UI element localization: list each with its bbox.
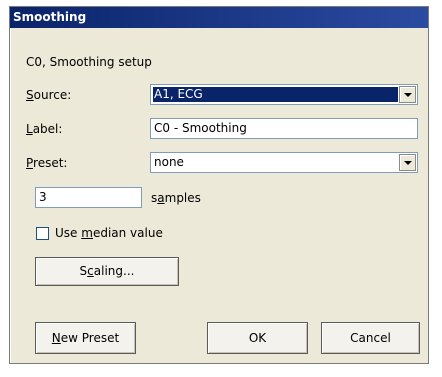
cancel-button[interactable]: Cancel xyxy=(321,322,420,354)
scaling-button[interactable]: Scaling... xyxy=(35,257,179,286)
median-label: Use median value xyxy=(55,226,163,240)
new-preset-button[interactable]: New Preset xyxy=(35,322,136,354)
preset-value: none xyxy=(154,155,184,169)
chevron-down-icon xyxy=(403,92,412,97)
setup-header-text: C0, Smoothing setup xyxy=(26,55,152,69)
source-dropdown-button[interactable] xyxy=(399,86,416,103)
preset-dropdown-button[interactable] xyxy=(399,154,416,171)
smoothing-dialog: Smoothing C0, Smoothing setup Source: A1… xyxy=(9,6,429,364)
preset-label: Preset: xyxy=(26,156,68,170)
median-checkbox[interactable] xyxy=(36,227,49,240)
source-dropdown[interactable]: A1, ECG xyxy=(150,84,418,105)
preset-dropdown[interactable]: none xyxy=(150,152,418,173)
label-input[interactable]: C0 - Smoothing xyxy=(150,118,418,139)
chevron-down-icon xyxy=(403,160,412,165)
samples-input[interactable]: 3 xyxy=(35,187,142,208)
source-value: A1, ECG xyxy=(153,87,398,102)
title-bar: Smoothing xyxy=(10,7,428,28)
source-label: Source: xyxy=(26,88,72,102)
ok-button[interactable]: OK xyxy=(207,322,308,354)
dialog-title: Smoothing xyxy=(13,10,87,24)
samples-label: samples xyxy=(151,191,201,205)
label-label: Label: xyxy=(26,122,63,136)
